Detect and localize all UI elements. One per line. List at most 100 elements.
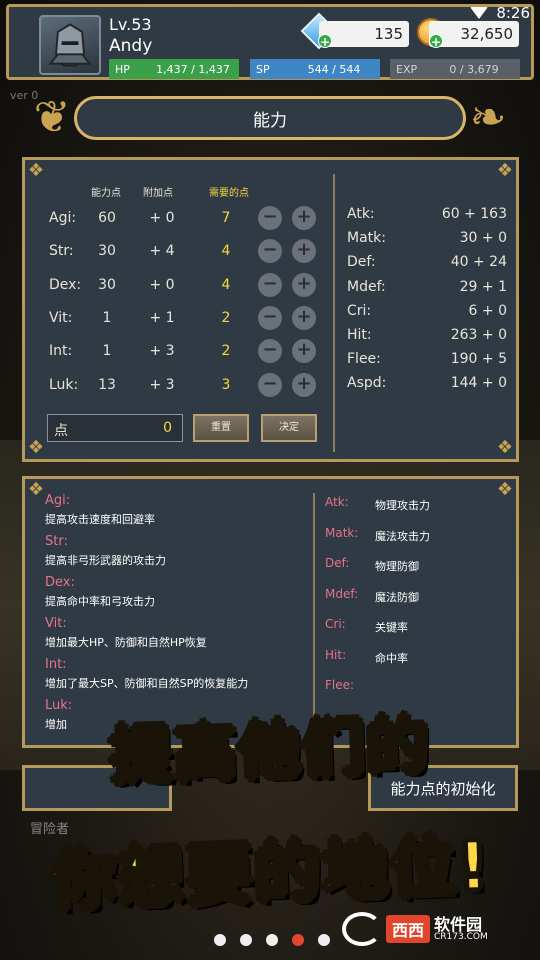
- stat-need: 7: [221, 210, 231, 226]
- stat-need: 3: [221, 376, 231, 393]
- derived-stat-value: 29 + 1: [459, 278, 507, 295]
- description-text: 提高命中率和弓攻击力: [45, 595, 155, 608]
- watermark-brand: 西西: [386, 915, 431, 943]
- corner-ornament-icon: ❖: [496, 437, 514, 458]
- stat-points: 1: [102, 309, 112, 326]
- derived-stat-key: Mdef:: [347, 278, 386, 295]
- watermark-logo-icon: [342, 912, 382, 946]
- page-title: 能力: [74, 96, 466, 140]
- increase-stat-button[interactable]: +: [292, 239, 316, 264]
- knight-helmet-icon: [48, 23, 92, 67]
- exp-value: 0 / 3,679: [449, 62, 499, 76]
- gem-count: 135: [319, 21, 409, 47]
- player-name: Andy: [109, 36, 153, 56]
- hp-bar: HP 1,437 / 1,437: [109, 59, 239, 79]
- hp-value: 1,437 / 1,437: [156, 62, 230, 76]
- stat-row: Vit: 1 + 1 2 − +: [25, 304, 335, 334]
- decrease-stat-button[interactable]: −: [258, 206, 282, 230]
- glossary-key: Hit:: [325, 647, 347, 662]
- description-text: 增加最大HP、防御和自然HP恢复: [45, 636, 207, 649]
- stat-row: Int: 1 + 3 2 − +: [25, 337, 335, 367]
- decrease-stat-button[interactable]: −: [258, 239, 282, 264]
- decrease-stat-button[interactable]: −: [258, 305, 282, 330]
- title-banner: ❦ 能力 ❧: [22, 86, 518, 152]
- header-need: 需要的点: [209, 188, 249, 199]
- stat-label: Luk:: [49, 376, 79, 393]
- corner-ornament-icon: ❖: [27, 160, 45, 181]
- watermark-url: CR173.COM: [434, 931, 488, 942]
- glossary-value: 魔法攻击力: [375, 529, 430, 543]
- stat-row: Str: 30 + 4 4 − +: [25, 237, 335, 267]
- derived-stat-value: 40 + 24: [450, 254, 507, 271]
- description-text: 提高攻击速度和回避率: [45, 513, 155, 526]
- derived-stat-row: Cri: 6 + 0: [347, 303, 507, 325]
- reset-button[interactable]: 重置: [193, 414, 249, 442]
- derived-stat-row: Flee: 190 + 5: [347, 351, 507, 373]
- derived-stat-value: 190 + 5: [450, 351, 507, 368]
- pager-dot[interactable]: [214, 934, 226, 946]
- header-points: 能力点: [91, 188, 121, 199]
- glossary-key: Matk:: [325, 525, 359, 540]
- decrease-stat-button[interactable]: −: [258, 339, 282, 364]
- stat-label: Dex:: [49, 276, 82, 293]
- increase-stat-button[interactable]: +: [292, 339, 316, 364]
- stat-need: 4: [221, 276, 231, 293]
- promo-line-1: 提高他们的: [107, 707, 432, 794]
- promo-line-2: 你想要的地位!: [47, 826, 493, 921]
- decrease-stat-button[interactable]: −: [258, 372, 282, 397]
- pager-dot[interactable]: [240, 934, 252, 946]
- glossary-value: 魔法防御: [375, 590, 419, 604]
- derived-stat-key: Atk:: [347, 206, 375, 222]
- description-text: 提高非弓形武器的攻击力: [45, 554, 166, 567]
- watermark: 西西 软件园 CR173.COM: [342, 910, 520, 948]
- add-coins-button[interactable]: +: [429, 34, 443, 49]
- description-title: Dex:: [45, 575, 75, 590]
- pager-dot[interactable]: [266, 934, 278, 946]
- derived-stat-key: Matk:: [347, 230, 386, 247]
- glossary-value: 关键率: [375, 621, 408, 634]
- derived-stat-key: Cri:: [347, 302, 372, 319]
- confirm-button[interactable]: 决定: [261, 414, 317, 442]
- increase-stat-button[interactable]: +: [292, 305, 316, 330]
- stat-points: 13: [98, 376, 116, 393]
- stat-bonus: + 3: [149, 343, 175, 360]
- add-gems-button[interactable]: +: [318, 34, 332, 49]
- stat-row: Luk: 13 + 3 3 − +: [25, 371, 335, 401]
- derived-stat-key: Flee:: [347, 351, 381, 368]
- pager-dots: [214, 934, 330, 946]
- pager-dot[interactable]: [318, 934, 330, 946]
- header-bonus: 附加点: [143, 188, 173, 199]
- glossary-value: 命中率: [375, 651, 408, 665]
- derived-stat-row: Aspd: 144 + 0: [347, 375, 507, 397]
- pager-dot[interactable]: [292, 934, 304, 946]
- derived-stat-row: Atk: 60 + 163: [347, 206, 507, 228]
- stat-bonus: + 4: [149, 243, 175, 260]
- ornament-right-icon: ❧: [469, 92, 507, 143]
- stat-points: 30: [98, 276, 116, 293]
- hp-label: HP: [115, 62, 130, 76]
- avatar[interactable]: [39, 15, 101, 75]
- derived-stat-row: Def: 40 + 24: [347, 254, 507, 276]
- stat-points: 30: [98, 243, 116, 260]
- derived-stat-value: 263 + 0: [450, 327, 507, 343]
- watermark-name: 软件园: [434, 914, 483, 934]
- derived-stat-row: Hit: 263 + 0: [347, 327, 507, 349]
- derived-stat-row: Matk: 30 + 0: [347, 230, 507, 252]
- stat-row: Agi: 60 + 0 7 − +: [25, 204, 335, 234]
- available-points-value: 0: [163, 420, 172, 436]
- description-title: Vit:: [45, 616, 67, 631]
- increase-stat-button[interactable]: +: [292, 206, 316, 230]
- clock: 8:26: [496, 4, 530, 22]
- exp-label: EXP: [396, 62, 418, 76]
- decrease-stat-button[interactable]: −: [258, 272, 282, 297]
- player-level: Lv.53: [109, 15, 152, 34]
- derived-stat-key: Def:: [347, 254, 376, 271]
- stat-need: 4: [221, 243, 231, 260]
- increase-stat-button[interactable]: +: [292, 372, 316, 397]
- increase-stat-button[interactable]: +: [292, 272, 316, 297]
- sp-value: 544 / 544: [307, 62, 361, 76]
- ornament-left-icon: ❦: [33, 92, 71, 143]
- glossary-key: Mdef:: [325, 586, 359, 601]
- corner-ornament-icon: ❖: [27, 479, 45, 500]
- derived-stat-row: Mdef: 29 + 1: [347, 279, 507, 301]
